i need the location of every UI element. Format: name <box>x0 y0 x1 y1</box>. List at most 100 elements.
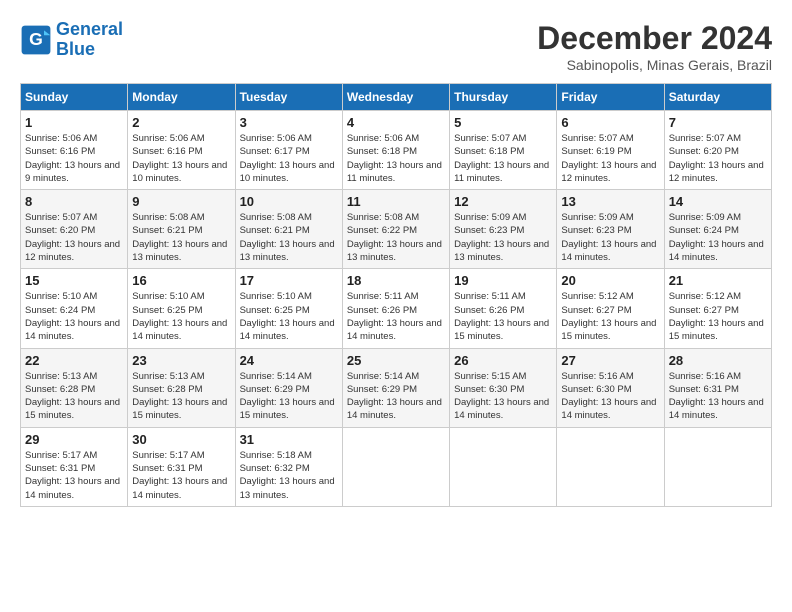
header-cell-sunday: Sunday <box>21 84 128 111</box>
logo-line1: General <box>56 19 123 39</box>
day-info: Sunrise: 5:06 AMSunset: 6:18 PMDaylight:… <box>347 132 445 185</box>
day-cell: 10Sunrise: 5:08 AMSunset: 6:21 PMDayligh… <box>235 190 342 269</box>
week-row-5: 29 Sunrise: 5:17 AMSunset: 6:31 PMDayligh… <box>21 427 772 506</box>
day-number: 30 <box>132 432 230 447</box>
day-cell: 24Sunrise: 5:14 AMSunset: 6:29 PMDayligh… <box>235 348 342 427</box>
logo-text: General Blue <box>56 20 123 60</box>
logo: G General Blue <box>20 20 123 60</box>
day-info: Sunrise: 5:07 AMSunset: 6:20 PMDaylight:… <box>25 211 123 264</box>
day-cell: 30 Sunrise: 5:17 AMSunset: 6:31 PMDayligh… <box>128 427 235 506</box>
day-number: 26 <box>454 353 552 368</box>
day-cell: 9 Sunrise: 5:08 AMSunset: 6:21 PMDaylight… <box>128 190 235 269</box>
day-info: Sunrise: 5:09 AMSunset: 6:23 PMDaylight:… <box>561 211 659 264</box>
day-info: Sunrise: 5:12 AMSunset: 6:27 PMDaylight:… <box>669 290 767 343</box>
header: G General Blue December 2024 Sabinopolis… <box>20 20 772 73</box>
day-info: Sunrise: 5:10 AMSunset: 6:25 PMDaylight:… <box>240 290 338 343</box>
day-info: Sunrise: 5:13 AMSunset: 6:28 PMDaylight:… <box>25 370 123 423</box>
day-number: 12 <box>454 194 552 209</box>
day-number: 5 <box>454 115 552 130</box>
day-cell: 5 Sunrise: 5:07 AMSunset: 6:18 PMDaylight… <box>450 111 557 190</box>
day-number: 13 <box>561 194 659 209</box>
day-cell: 20 Sunrise: 5:12 AMSunset: 6:27 PMDayligh… <box>557 269 664 348</box>
day-cell <box>450 427 557 506</box>
day-number: 17 <box>240 273 338 288</box>
day-number: 8 <box>25 194 123 209</box>
day-cell <box>342 427 449 506</box>
day-info: Sunrise: 5:11 AMSunset: 6:26 PMDaylight:… <box>454 290 552 343</box>
day-cell: 18Sunrise: 5:11 AMSunset: 6:26 PMDayligh… <box>342 269 449 348</box>
day-info: Sunrise: 5:14 AMSunset: 6:29 PMDaylight:… <box>240 370 338 423</box>
day-number: 11 <box>347 194 445 209</box>
day-info: Sunrise: 5:17 AMSunset: 6:31 PMDaylight:… <box>132 449 230 502</box>
day-cell: 28Sunrise: 5:16 AMSunset: 6:31 PMDayligh… <box>664 348 771 427</box>
day-number: 2 <box>132 115 230 130</box>
day-info: Sunrise: 5:09 AMSunset: 6:24 PMDaylight:… <box>669 211 767 264</box>
day-info: Sunrise: 5:08 AMSunset: 6:22 PMDaylight:… <box>347 211 445 264</box>
day-number: 22 <box>25 353 123 368</box>
header-cell-tuesday: Tuesday <box>235 84 342 111</box>
day-cell: 14 Sunrise: 5:09 AMSunset: 6:24 PMDayligh… <box>664 190 771 269</box>
header-cell-monday: Monday <box>128 84 235 111</box>
day-cell: 15 Sunrise: 5:10 AMSunset: 6:24 PMDayligh… <box>21 269 128 348</box>
day-info: Sunrise: 5:07 AMSunset: 6:18 PMDaylight:… <box>454 132 552 185</box>
day-number: 19 <box>454 273 552 288</box>
day-number: 28 <box>669 353 767 368</box>
month-title: December 2024 <box>537 20 772 57</box>
day-cell: 7 Sunrise: 5:07 AMSunset: 6:20 PMDaylight… <box>664 111 771 190</box>
header-cell-thursday: Thursday <box>450 84 557 111</box>
day-cell: 16 Sunrise: 5:10 AMSunset: 6:25 PMDayligh… <box>128 269 235 348</box>
day-number: 29 <box>25 432 123 447</box>
day-cell: 17 Sunrise: 5:10 AMSunset: 6:25 PMDayligh… <box>235 269 342 348</box>
day-info: Sunrise: 5:12 AMSunset: 6:27 PMDaylight:… <box>561 290 659 343</box>
day-info: Sunrise: 5:15 AMSunset: 6:30 PMDaylight:… <box>454 370 552 423</box>
header-cell-wednesday: Wednesday <box>342 84 449 111</box>
week-row-3: 15 Sunrise: 5:10 AMSunset: 6:24 PMDayligh… <box>21 269 772 348</box>
day-number: 23 <box>132 353 230 368</box>
day-cell: 29Sunrise: 5:17 AMSunset: 6:31 PMDayligh… <box>21 427 128 506</box>
day-cell: 25 Sunrise: 5:14 AMSunset: 6:29 PMDayligh… <box>342 348 449 427</box>
header-cell-saturday: Saturday <box>664 84 771 111</box>
day-cell: 3Sunrise: 5:06 AMSunset: 6:17 PMDaylight… <box>235 111 342 190</box>
location-title: Sabinopolis, Minas Gerais, Brazil <box>537 57 772 73</box>
day-cell <box>557 427 664 506</box>
day-number: 25 <box>347 353 445 368</box>
svg-text:G: G <box>29 29 43 49</box>
day-number: 16 <box>132 273 230 288</box>
day-cell: 4 Sunrise: 5:06 AMSunset: 6:18 PMDaylight… <box>342 111 449 190</box>
day-cell: 21Sunrise: 5:12 AMSunset: 6:27 PMDayligh… <box>664 269 771 348</box>
day-info: Sunrise: 5:10 AMSunset: 6:25 PMDaylight:… <box>132 290 230 343</box>
day-cell: 2Sunrise: 5:06 AMSunset: 6:16 PMDaylight… <box>128 111 235 190</box>
day-cell: 6Sunrise: 5:07 AMSunset: 6:19 PMDaylight… <box>557 111 664 190</box>
day-number: 9 <box>132 194 230 209</box>
day-number: 18 <box>347 273 445 288</box>
day-info: Sunrise: 5:08 AMSunset: 6:21 PMDaylight:… <box>132 211 230 264</box>
day-number: 4 <box>347 115 445 130</box>
day-cell: 31Sunrise: 5:18 AMSunset: 6:32 PMDayligh… <box>235 427 342 506</box>
day-number: 27 <box>561 353 659 368</box>
day-cell: 27 Sunrise: 5:16 AMSunset: 6:30 PMDayligh… <box>557 348 664 427</box>
day-cell: 22 Sunrise: 5:13 AMSunset: 6:28 PMDayligh… <box>21 348 128 427</box>
logo-icon: G <box>20 24 52 56</box>
calendar-header-row: SundayMondayTuesdayWednesdayThursdayFrid… <box>21 84 772 111</box>
day-info: Sunrise: 5:10 AMSunset: 6:24 PMDaylight:… <box>25 290 123 343</box>
day-info: Sunrise: 5:14 AMSunset: 6:29 PMDaylight:… <box>347 370 445 423</box>
day-info: Sunrise: 5:08 AMSunset: 6:21 PMDaylight:… <box>240 211 338 264</box>
day-info: Sunrise: 5:07 AMSunset: 6:20 PMDaylight:… <box>669 132 767 185</box>
day-info: Sunrise: 5:07 AMSunset: 6:19 PMDaylight:… <box>561 132 659 185</box>
day-number: 1 <box>25 115 123 130</box>
day-info: Sunrise: 5:16 AMSunset: 6:30 PMDaylight:… <box>561 370 659 423</box>
header-cell-friday: Friday <box>557 84 664 111</box>
day-number: 20 <box>561 273 659 288</box>
day-cell: 11 Sunrise: 5:08 AMSunset: 6:22 PMDayligh… <box>342 190 449 269</box>
day-cell: 12Sunrise: 5:09 AMSunset: 6:23 PMDayligh… <box>450 190 557 269</box>
calendar-body: 1Sunrise: 5:06 AMSunset: 6:16 PMDaylight… <box>21 111 772 507</box>
day-cell: 26 Sunrise: 5:15 AMSunset: 6:30 PMDayligh… <box>450 348 557 427</box>
day-number: 15 <box>25 273 123 288</box>
week-row-2: 8 Sunrise: 5:07 AMSunset: 6:20 PMDaylight… <box>21 190 772 269</box>
day-number: 3 <box>240 115 338 130</box>
title-area: December 2024 Sabinopolis, Minas Gerais,… <box>537 20 772 73</box>
week-row-1: 1Sunrise: 5:06 AMSunset: 6:16 PMDaylight… <box>21 111 772 190</box>
day-number: 7 <box>669 115 767 130</box>
day-info: Sunrise: 5:18 AMSunset: 6:32 PMDaylight:… <box>240 449 338 502</box>
day-number: 14 <box>669 194 767 209</box>
